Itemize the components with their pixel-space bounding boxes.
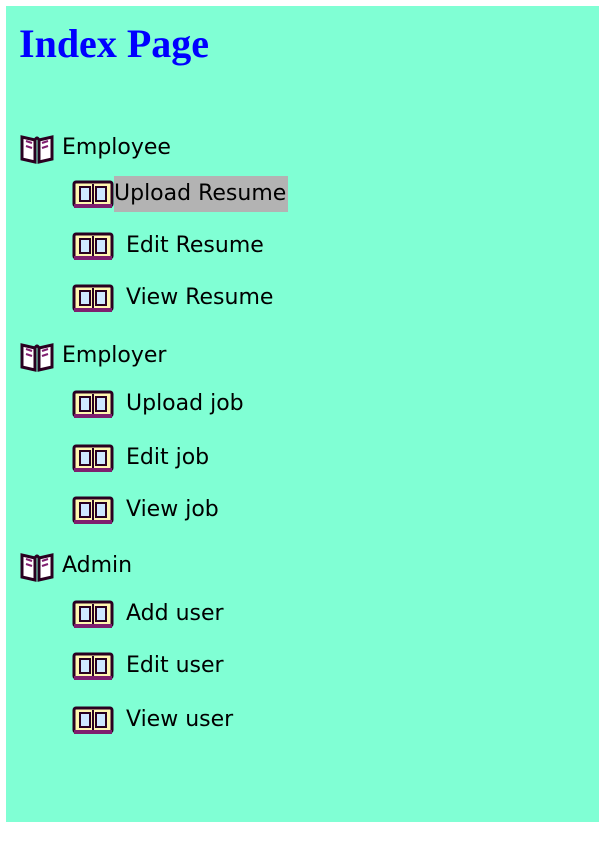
tree-group-employee[interactable]: Employee bbox=[20, 128, 171, 168]
tree-group-label: Employer bbox=[62, 343, 167, 368]
tree-item-label: Upload job bbox=[126, 391, 244, 416]
tree-item-view-user[interactable]: View user bbox=[72, 700, 233, 740]
tree-item-edit-user[interactable]: Edit user bbox=[72, 646, 224, 686]
book-icon bbox=[72, 598, 114, 630]
book-icon bbox=[72, 442, 114, 474]
tree-item-label: Add user bbox=[126, 601, 224, 626]
book-icon bbox=[72, 704, 114, 736]
page-title: Index Page bbox=[19, 21, 209, 66]
tree-group-employer[interactable]: Employer bbox=[20, 336, 167, 376]
tree-item-upload-resume[interactable]: Upload Resume bbox=[72, 174, 289, 214]
tree-item-add-user[interactable]: Add user bbox=[72, 594, 224, 634]
tree-item-upload-job[interactable]: Upload job bbox=[72, 384, 244, 424]
book-icon bbox=[72, 282, 114, 314]
book-icon bbox=[72, 494, 114, 526]
tree-item-view-job[interactable]: View job bbox=[72, 490, 219, 530]
book-icon bbox=[72, 230, 114, 262]
tree-item-label: Edit user bbox=[126, 653, 224, 678]
tree-item-edit-resume[interactable]: Edit Resume bbox=[72, 226, 264, 266]
tree-group-label: Employee bbox=[62, 135, 171, 160]
tree-item-label: Edit Resume bbox=[126, 233, 264, 258]
open-book-icon bbox=[18, 132, 56, 164]
tree-group-admin[interactable]: Admin bbox=[20, 546, 133, 586]
tree-item-label: View Resume bbox=[126, 285, 274, 310]
tree-item-label: Upload Resume bbox=[114, 176, 289, 212]
tree-item-label: Edit job bbox=[126, 445, 210, 470]
tree-item-label: View user bbox=[126, 707, 234, 732]
tree-item-label: View job bbox=[126, 497, 219, 522]
book-icon bbox=[72, 650, 114, 682]
tree-item-view-resume[interactable]: View Resume bbox=[72, 278, 273, 318]
book-icon bbox=[72, 178, 114, 210]
book-icon bbox=[72, 388, 114, 420]
open-book-icon bbox=[18, 550, 56, 582]
tree-item-edit-job[interactable]: Edit job bbox=[72, 438, 209, 478]
tree-group-label: Admin bbox=[62, 553, 133, 578]
open-book-icon bbox=[18, 340, 56, 372]
index-panel: Index Page Employee Upload Resume Edit R… bbox=[6, 6, 599, 822]
